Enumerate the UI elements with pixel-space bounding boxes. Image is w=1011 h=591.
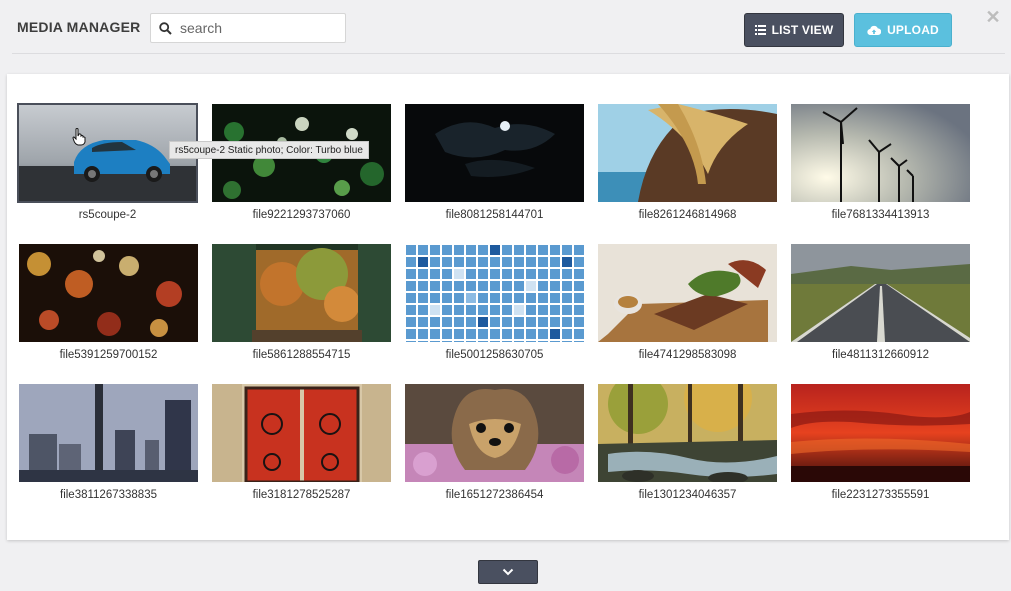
media-tile[interactable]: file1301234046357: [598, 384, 777, 508]
search-input[interactable]: [180, 20, 340, 36]
media-filename: file5861288554715: [252, 349, 351, 361]
media-filename: file9221293737060: [252, 209, 351, 221]
media-tile[interactable]: file8261246814968: [598, 104, 777, 228]
media-tile[interactable]: file1651272386454: [405, 384, 584, 508]
chevron-down-icon: [502, 568, 514, 576]
thumbnail-image: [19, 384, 198, 482]
media-filename: file5391259700152: [59, 349, 158, 361]
upload-button[interactable]: UPLOAD: [854, 13, 952, 47]
media-tile[interactable]: file5861288554715: [212, 244, 391, 368]
thumbnail-image: [405, 104, 584, 202]
thumbnail-image: [791, 384, 970, 482]
close-icon[interactable]: ✕: [985, 8, 1001, 26]
thumbnail-image: [405, 384, 584, 482]
media-filename: file8261246814968: [638, 209, 737, 221]
media-tile[interactable]: rs5coupe-2: [17, 103, 198, 228]
thumbnail-image: [212, 244, 391, 342]
thumbnail-image: [598, 244, 777, 342]
media-filename: file7681334413913: [831, 209, 930, 221]
media-filename: file2231273355591: [831, 489, 930, 501]
media-tile[interactable]: file3181278525287: [212, 384, 391, 508]
media-tile[interactable]: file3811267338835: [19, 384, 198, 508]
media-tile[interactable]: file4811312660912: [791, 244, 970, 368]
media-tile[interactable]: file9221293737060: [212, 104, 391, 228]
thumbnail-image: [19, 244, 198, 342]
thumbnail-image: [791, 104, 970, 202]
media-tile[interactable]: file2231273355591: [791, 384, 970, 508]
header-divider: [12, 53, 1005, 54]
thumbnail-image: [598, 104, 777, 202]
search-box[interactable]: [150, 13, 346, 43]
media-filename: file3181278525287: [252, 489, 351, 501]
thumbnail-image: [598, 384, 777, 482]
media-tile[interactable]: file5391259700152: [19, 244, 198, 368]
media-filename: file8081258144701: [445, 209, 544, 221]
list-view-button[interactable]: LIST VIEW: [744, 13, 844, 47]
media-tile[interactable]: file5001258630705: [405, 244, 584, 368]
media-filename: file4741298583098: [638, 349, 737, 361]
media-tile[interactable]: file7681334413913: [791, 104, 970, 228]
search-icon: [159, 21, 172, 35]
hand-cursor-icon: [72, 128, 86, 146]
expand-toggle-button[interactable]: [478, 560, 538, 584]
upload-label: UPLOAD: [887, 23, 939, 37]
media-filename: file3811267338835: [60, 489, 157, 501]
media-filename: file1651272386454: [445, 489, 544, 501]
media-filename: rs5coupe-2: [78, 209, 137, 221]
image-tooltip: rs5coupe-2 Static photo; Color: Turbo bl…: [169, 141, 369, 159]
thumbnail-image: [212, 384, 391, 482]
media-filename: file1301234046357: [638, 489, 737, 501]
media-filename: file4811312660912: [832, 349, 929, 361]
list-view-label: LIST VIEW: [771, 23, 834, 37]
cloud-upload-icon: [867, 25, 882, 35]
media-tile[interactable]: file4741298583098: [598, 244, 777, 368]
thumbnail-image: [791, 244, 970, 342]
thumbnail-image: [405, 244, 584, 342]
list-icon: [754, 25, 766, 35]
media-grid-panel: rs5coupe-2 file9221293737060 file8081258…: [7, 74, 1009, 540]
media-filename: file5001258630705: [445, 349, 544, 361]
media-tile[interactable]: file8081258144701: [405, 104, 584, 228]
page-title: MEDIA MANAGER: [17, 19, 141, 35]
header-bar: MEDIA MANAGER LIST VIEW UPLOAD ✕: [0, 0, 1011, 56]
